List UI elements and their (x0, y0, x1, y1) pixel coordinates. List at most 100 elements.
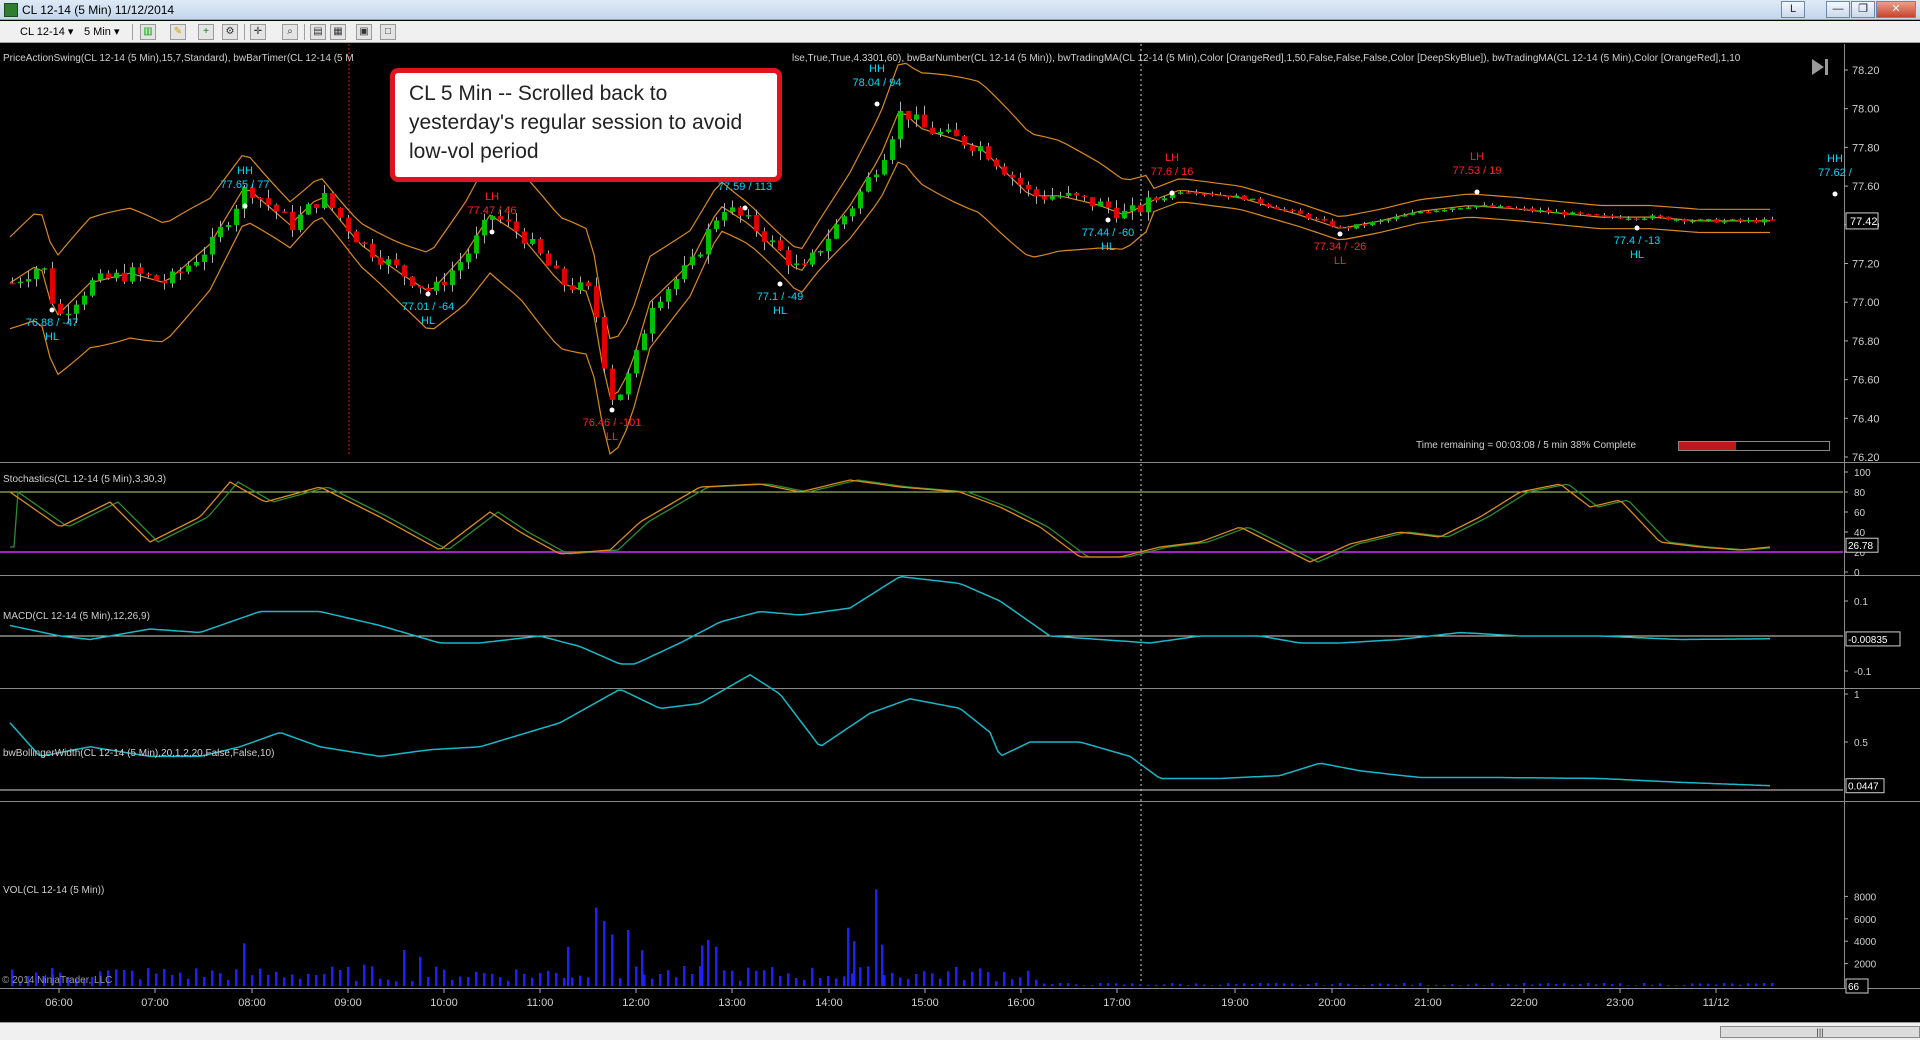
chart-canvas[interactable]: 78.2078.0077.8077.6077.4077.2077.0076.80… (0, 44, 1920, 1022)
time-tick-label: 08:00 (238, 997, 266, 1009)
volume-bar (155, 973, 158, 986)
time-tick-label: 11/12 (1703, 997, 1730, 1009)
maximize-button[interactable]: ❐ (1851, 1, 1875, 18)
swing-price-label: 77.01 / -64 (402, 301, 455, 313)
candle-body (1322, 218, 1327, 221)
swing-point (874, 101, 880, 107)
candle-body (722, 212, 727, 221)
volume-bar (1627, 985, 1630, 986)
candle-body (82, 295, 87, 305)
stoch-tick-label: 60 (1854, 508, 1866, 519)
candle-body (1098, 201, 1103, 207)
zoom-icon[interactable]: ⌕ (282, 24, 298, 40)
volume-bar (195, 968, 198, 986)
volume-bar (483, 972, 486, 986)
candle-body (1362, 224, 1367, 226)
volume-bar (627, 930, 630, 986)
volume-bar (1139, 984, 1142, 986)
candle-body (1386, 219, 1391, 221)
volume-bar (1051, 984, 1054, 986)
window-link-button[interactable]: L (1781, 1, 1805, 18)
volume-bar (979, 968, 982, 986)
play-end-icon[interactable] (1810, 56, 1832, 78)
crosshair-icon[interactable]: ✛ (250, 24, 266, 40)
horizontal-scrollbar[interactable]: ||| (0, 1022, 1920, 1040)
candle-body (1410, 212, 1415, 215)
interval-selector[interactable]: 5 Min ▾ (84, 24, 119, 40)
volume-bar (875, 889, 878, 986)
volume-bar (411, 981, 414, 986)
candle-body (1506, 206, 1511, 209)
instrument-selector[interactable]: CL 12-14 ▾ (20, 24, 73, 40)
volume-bar (203, 976, 206, 986)
candle-body (466, 253, 471, 263)
app-icon (4, 3, 18, 17)
candle-body (1354, 224, 1359, 229)
candle-body (1218, 194, 1223, 197)
candle-body (1738, 219, 1743, 221)
swing-point (1832, 191, 1838, 197)
time-tick-label: 15:00 (911, 997, 939, 1009)
volume-bar (459, 976, 462, 986)
candle-body (186, 265, 191, 272)
volume-bar (1563, 983, 1566, 986)
volume-bar (1027, 970, 1030, 986)
time-tick-label: 21:00 (1414, 997, 1442, 1009)
volume-bar (1763, 983, 1766, 986)
candle-body (1250, 198, 1255, 201)
volume-bar (707, 940, 710, 986)
candle-body (106, 273, 111, 279)
candle-body (1242, 195, 1247, 201)
volume-bar (1083, 985, 1086, 986)
swing-tag-label: HH (237, 165, 253, 177)
candle-body (458, 262, 463, 271)
draw-pencil-icon[interactable]: ✎ (170, 24, 186, 40)
swing-tag-label: HL (1101, 241, 1115, 253)
volume-bar (499, 977, 502, 986)
candle-body (698, 254, 703, 257)
volume-bar (371, 966, 374, 986)
candle-body (1522, 208, 1527, 210)
candle-body (634, 350, 639, 374)
properties-icon[interactable]: ▤ (310, 24, 326, 40)
bar-type-icon[interactable]: ▥ (140, 24, 156, 40)
candle-body (586, 282, 591, 287)
candle-body (866, 177, 871, 192)
candle-body (138, 267, 143, 274)
strategy-icon[interactable]: ⚙ (222, 24, 238, 40)
candle-body (738, 207, 743, 216)
price-tick-label: 78.20 (1852, 65, 1880, 77)
bbw-tick-label: 0.5 (1854, 738, 1868, 749)
swing-price-label: 76.46 / -101 (583, 417, 642, 429)
candle-body (50, 268, 55, 304)
volume-bar (995, 981, 998, 986)
candle-body (642, 333, 647, 351)
volume-bar (701, 945, 704, 986)
candle-body (1474, 205, 1479, 208)
toolbar-separator (132, 24, 133, 40)
chart-area[interactable]: 78.2078.0077.8077.6077.4077.2077.0076.80… (0, 44, 1920, 1040)
snapshot-icon[interactable]: ▣ (356, 24, 372, 40)
toolbar-separator (304, 24, 305, 40)
volume-bar (315, 975, 318, 986)
volume-bar (1403, 982, 1406, 986)
volume-bar (419, 956, 422, 986)
candle-body (26, 279, 31, 282)
scrollbar-thumb[interactable]: ||| (1720, 1026, 1920, 1038)
candle-body (1106, 201, 1111, 208)
candle-body (42, 268, 47, 270)
time-tick-label: 06:00 (45, 997, 73, 1009)
candle-body (882, 159, 887, 175)
time-tick-label: 23:00 (1606, 997, 1634, 1009)
data-box-icon[interactable]: □ (380, 24, 396, 40)
volume-bar (1043, 983, 1046, 986)
candle-body (834, 224, 839, 239)
close-button[interactable]: ✕ (1876, 1, 1916, 18)
add-indicator-icon[interactable]: + (198, 24, 214, 40)
minimize-button[interactable]: — (1826, 1, 1850, 18)
candle-body (602, 317, 607, 369)
swing-tag-label: LH (1165, 152, 1179, 164)
chart-trader-icon[interactable]: ▦ (330, 24, 346, 40)
candle-body (1274, 206, 1279, 210)
candle-body (1650, 215, 1655, 219)
